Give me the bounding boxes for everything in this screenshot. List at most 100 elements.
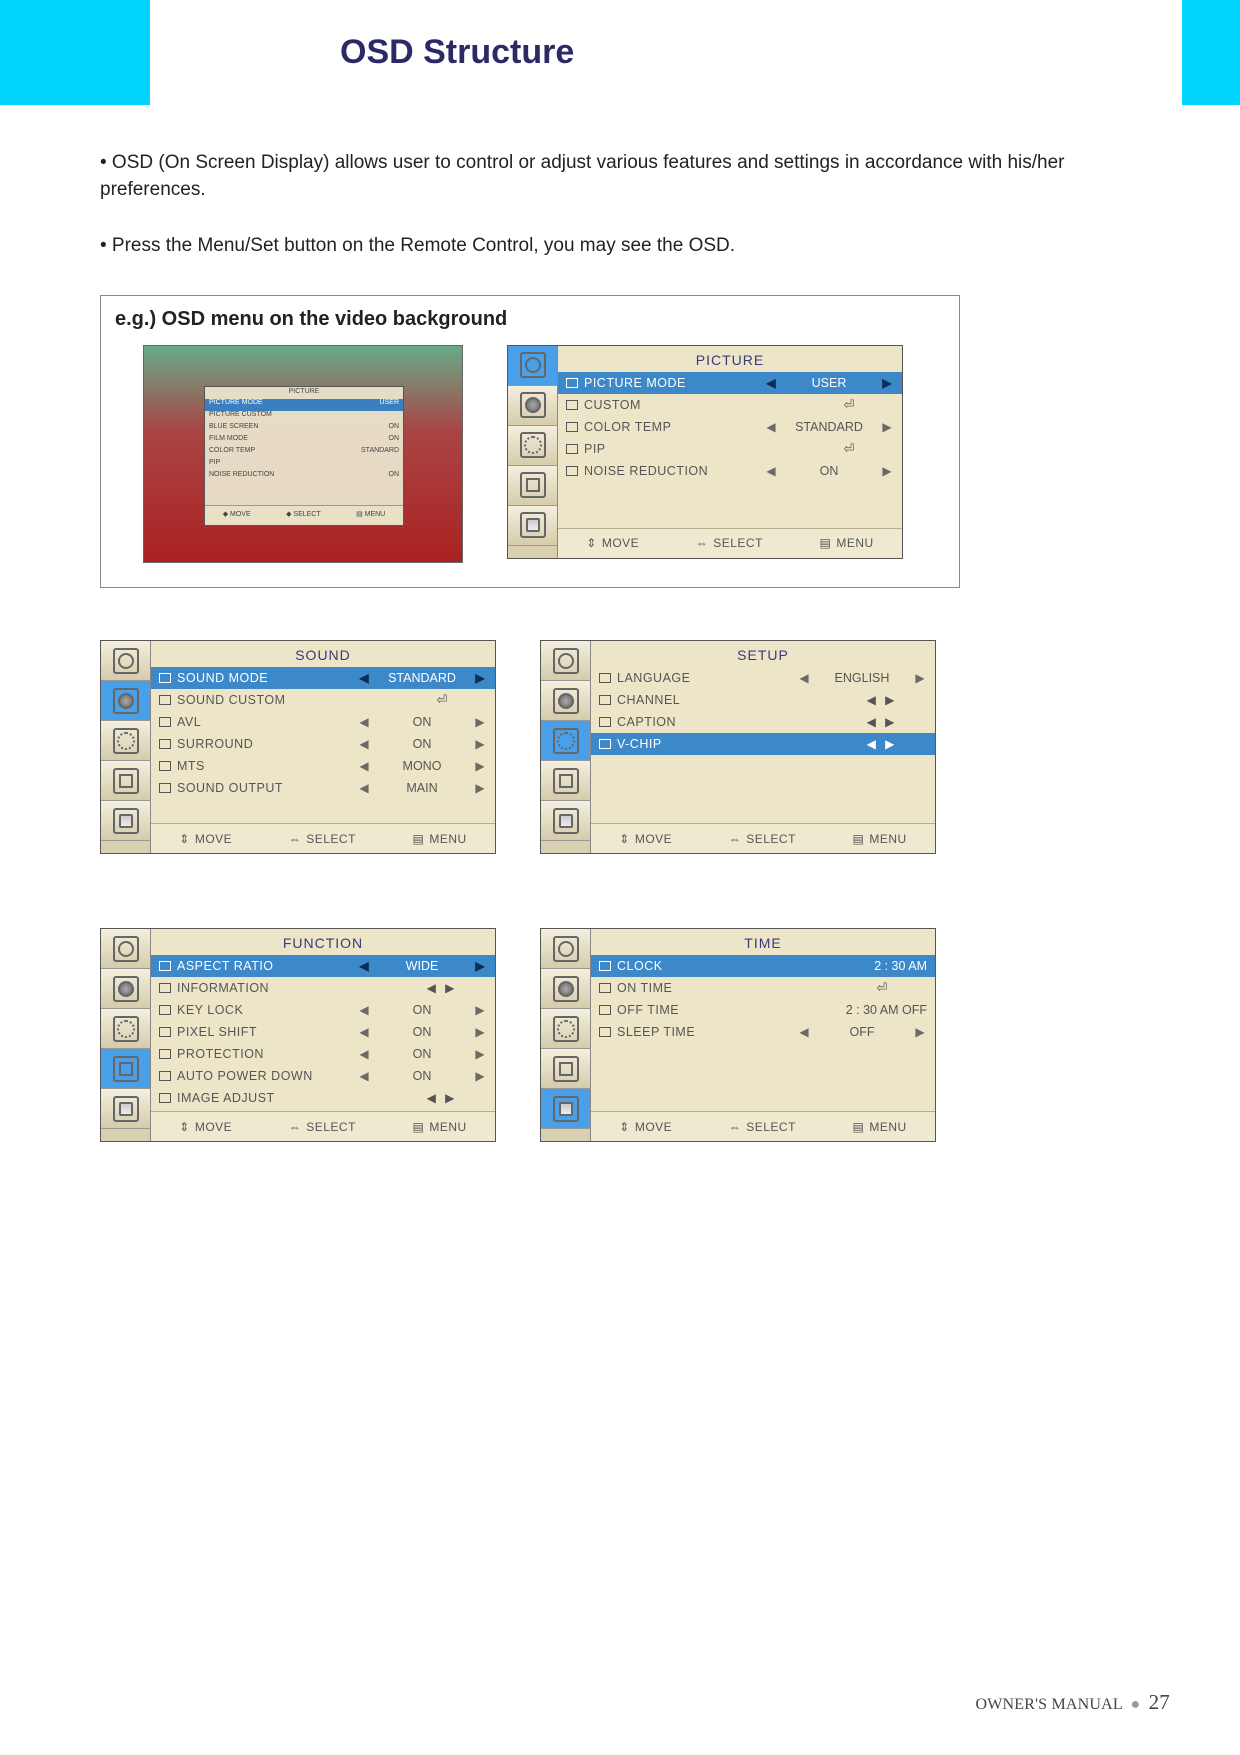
arrow-left-icon[interactable]: ◀: [357, 1025, 371, 1039]
sound-icon: [520, 392, 546, 418]
osd-row-setup-3[interactable]: V-CHIP ◀ ▶: [591, 733, 935, 755]
arrow-left-icon[interactable]: ◀: [797, 1025, 811, 1039]
osd-tab-function-icon[interactable]: [101, 761, 150, 801]
osd-row-setup-0[interactable]: LANGUAGE ◀ ENGLISH ▶: [591, 667, 935, 689]
osd-row-sound-5[interactable]: SOUND OUTPUT ◀ MAIN ▶: [151, 777, 495, 799]
arrow-left-icon[interactable]: ◀: [357, 1047, 371, 1061]
osd-tab-sound-icon[interactable]: [541, 969, 590, 1009]
osd-row-setup-1[interactable]: CHANNEL ◀ ▶: [591, 689, 935, 711]
row-value: ON: [377, 1069, 467, 1083]
osd-tab-time-icon[interactable]: [508, 506, 557, 546]
arrow-right-icon[interactable]: ▶: [473, 737, 487, 751]
arrow-right-icon[interactable]: ▶: [880, 376, 894, 390]
arrow-left-icon[interactable]: ◀: [764, 420, 778, 434]
osd-row-sound-1[interactable]: SOUND CUSTOM ⏎: [151, 689, 495, 711]
osd-tab-function-icon[interactable]: [541, 1049, 590, 1089]
osd-row-time-2[interactable]: OFF TIME 2 : 30 AM OFF: [591, 999, 935, 1021]
arrow-left-icon[interactable]: ◀: [357, 1003, 371, 1017]
row-label: PICTURE MODE: [584, 376, 758, 390]
arrow-left-icon[interactable]: ◀: [764, 376, 778, 390]
osd-row-func-1[interactable]: INFORMATION ◀ ▶: [151, 977, 495, 999]
osd-tab-sound-icon[interactable]: [101, 681, 150, 721]
osd-tab-setup-icon[interactable]: [101, 721, 150, 761]
osd-tab-picture-icon[interactable]: [101, 641, 150, 681]
row-label: CAPTION: [617, 715, 831, 729]
arrow-right-icon[interactable]: ▶: [913, 671, 927, 685]
arrow-left-icon[interactable]: ◀: [357, 1069, 371, 1083]
osd-row-time-3[interactable]: SLEEP TIME ◀ OFF ▶: [591, 1021, 935, 1043]
arrow-left-icon[interactable]: ◀: [764, 464, 778, 478]
row-label: COLOR TEMP: [584, 420, 758, 434]
osd-row-picture-4[interactable]: NOISE REDUCTION ◀ ON ▶: [558, 460, 902, 482]
osd-tab-picture-icon[interactable]: [101, 929, 150, 969]
osd-tab-time-icon[interactable]: [101, 801, 150, 841]
arrow-left-icon[interactable]: ◀: [797, 671, 811, 685]
arrow-right-icon[interactable]: ▶: [880, 464, 894, 478]
footer-move: ⇕ MOVE: [619, 832, 672, 846]
osd-tabs: [101, 929, 151, 1141]
time-icon: [553, 1096, 579, 1122]
menu-icon: ▤: [853, 1120, 865, 1134]
arrow-left-icon[interactable]: ◀: [357, 715, 371, 729]
osd-tabs: [508, 346, 558, 558]
arrow-right-icon[interactable]: ▶: [473, 781, 487, 795]
list-bullet-icon: [159, 1027, 171, 1037]
osd-row-func-4[interactable]: PROTECTION ◀ ON ▶: [151, 1043, 495, 1065]
osd-tab-function-icon[interactable]: [541, 761, 590, 801]
arrow-left-icon[interactable]: ◀: [357, 671, 371, 685]
osd-row-sound-2[interactable]: AVL ◀ ON ▶: [151, 711, 495, 733]
osd-row-func-5[interactable]: AUTO POWER DOWN ◀ ON ▶: [151, 1065, 495, 1087]
osd-row-sound-4[interactable]: MTS ◀ MONO ▶: [151, 755, 495, 777]
osd-row-time-0[interactable]: CLOCK 2 : 30 AM: [591, 955, 935, 977]
osd-row-picture-1[interactable]: CUSTOM ⏎: [558, 394, 902, 416]
row-label: LANGUAGE: [617, 671, 791, 685]
osd-row-empty: [591, 1087, 935, 1109]
arrow-right-icon[interactable]: ▶: [473, 1025, 487, 1039]
osd-tab-time-icon[interactable]: [101, 1089, 150, 1129]
arrow-right-icon[interactable]: ▶: [473, 1047, 487, 1061]
osd-row-func-6[interactable]: IMAGE ADJUST ◀ ▶: [151, 1087, 495, 1109]
time-icon: [520, 512, 546, 538]
list-bullet-icon: [599, 1005, 611, 1015]
arrow-right-icon[interactable]: ▶: [473, 671, 487, 685]
arrow-right-icon[interactable]: ▶: [913, 1025, 927, 1039]
osd-row-time-1[interactable]: ON TIME ⏎: [591, 977, 935, 999]
osd-tab-picture-icon[interactable]: [541, 929, 590, 969]
osd-tab-setup-icon[interactable]: [541, 1009, 590, 1049]
osd-row-func-3[interactable]: PIXEL SHIFT ◀ ON ▶: [151, 1021, 495, 1043]
arrow-right-icon[interactable]: ▶: [473, 759, 487, 773]
osd-tab-function-icon[interactable]: [101, 1049, 150, 1089]
row-label: SLEEP TIME: [617, 1025, 791, 1039]
arrow-right-icon[interactable]: ▶: [473, 1003, 487, 1017]
arrow-left-icon[interactable]: ◀: [357, 781, 371, 795]
arrow-left-icon[interactable]: ◀: [357, 759, 371, 773]
arrow-right-icon[interactable]: ▶: [473, 959, 487, 973]
arrow-right-icon[interactable]: ▶: [473, 715, 487, 729]
osd-row-picture-0[interactable]: PICTURE MODE ◀ USER ▶: [558, 372, 902, 394]
row-value: ON: [784, 464, 874, 478]
osd-tab-function-icon[interactable]: [508, 466, 557, 506]
osd-tab-sound-icon[interactable]: [508, 386, 557, 426]
osd-tab-picture-icon[interactable]: [541, 641, 590, 681]
osd-tab-sound-icon[interactable]: [101, 969, 150, 1009]
list-bullet-icon: [599, 695, 611, 705]
osd-tab-setup-icon[interactable]: [541, 721, 590, 761]
arrow-pair-icon: ◀ ▶: [837, 715, 927, 729]
osd-tab-time-icon[interactable]: [541, 801, 590, 841]
arrow-left-icon[interactable]: ◀: [357, 959, 371, 973]
osd-tab-setup-icon[interactable]: [508, 426, 557, 466]
osd-tab-time-icon[interactable]: [541, 1089, 590, 1129]
arrow-right-icon[interactable]: ▶: [473, 1069, 487, 1083]
osd-row-func-2[interactable]: KEY LOCK ◀ ON ▶: [151, 999, 495, 1021]
osd-tab-picture-icon[interactable]: [508, 346, 557, 386]
osd-row-setup-2[interactable]: CAPTION ◀ ▶: [591, 711, 935, 733]
osd-tab-sound-icon[interactable]: [541, 681, 590, 721]
osd-tab-setup-icon[interactable]: [101, 1009, 150, 1049]
osd-row-func-0[interactable]: ASPECT RATIO ◀ WIDE ▶: [151, 955, 495, 977]
osd-row-picture-2[interactable]: COLOR TEMP ◀ STANDARD ▶: [558, 416, 902, 438]
osd-row-picture-3[interactable]: PIP ⏎: [558, 438, 902, 460]
osd-row-sound-3[interactable]: SURROUND ◀ ON ▶: [151, 733, 495, 755]
osd-row-sound-0[interactable]: SOUND MODE ◀ STANDARD ▶: [151, 667, 495, 689]
arrow-left-icon[interactable]: ◀: [357, 737, 371, 751]
arrow-right-icon[interactable]: ▶: [880, 420, 894, 434]
